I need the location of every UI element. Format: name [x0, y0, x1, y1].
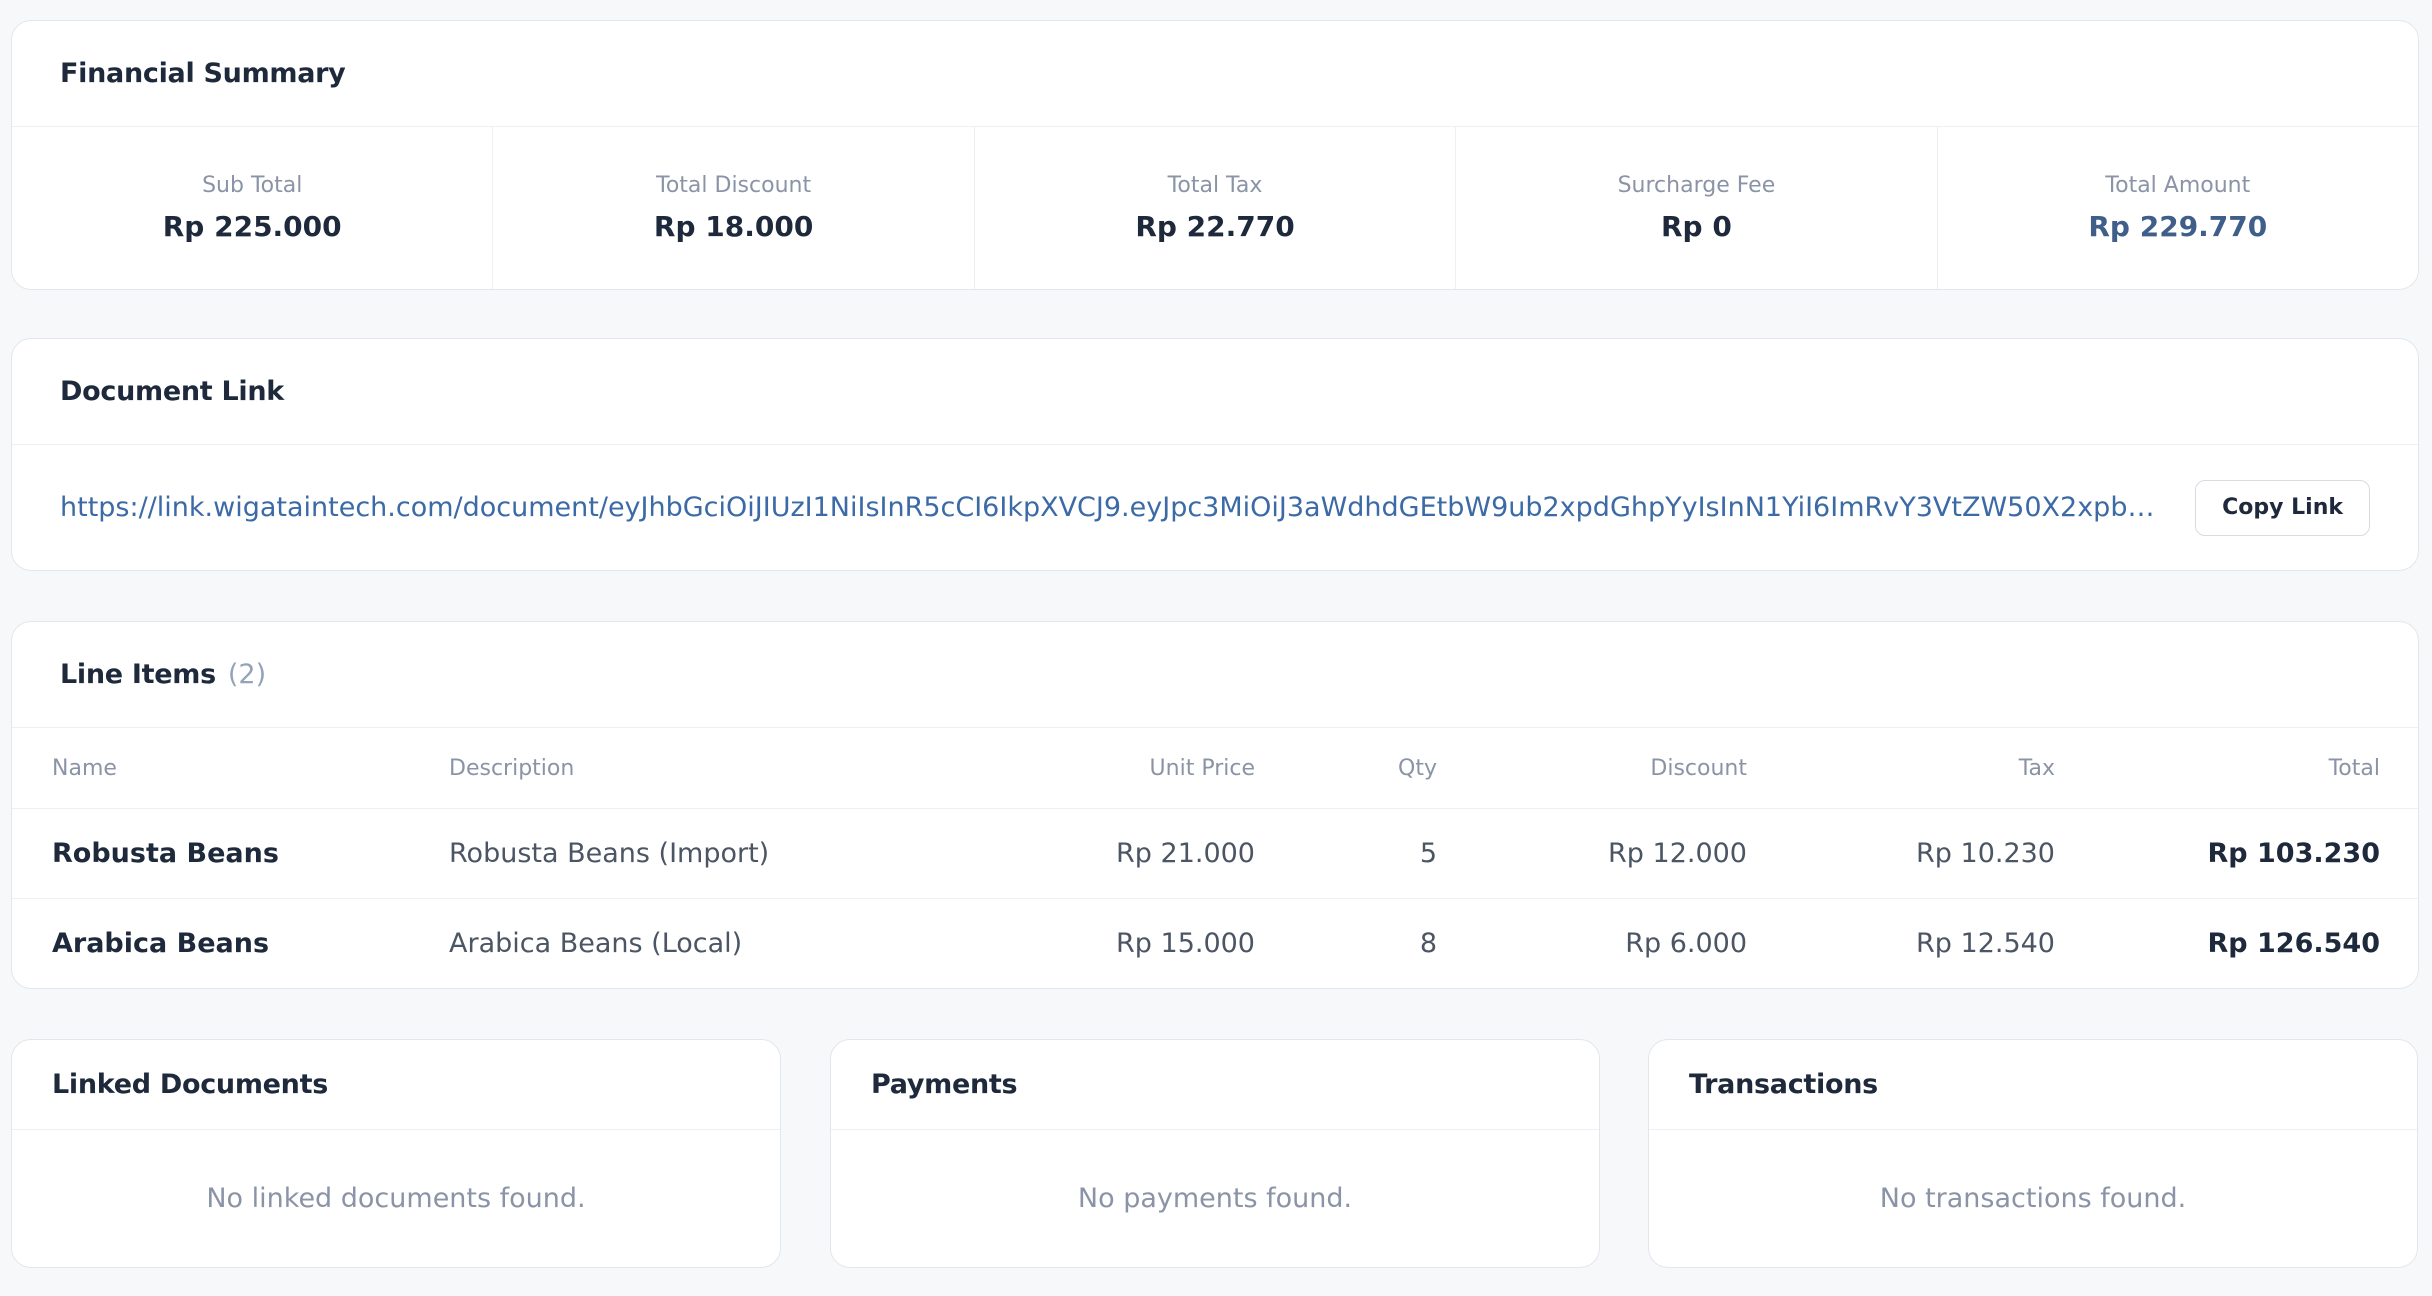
- document-url-link[interactable]: https://link.wigataintech.com/document/e…: [60, 492, 2167, 523]
- transactions-card: Transactions No transactions found.: [1648, 1039, 2418, 1268]
- financial-metrics: Sub Total Rp 225.000 Total Discount Rp 1…: [12, 127, 2418, 289]
- table-header-row: Name Description Unit Price Qty Discount…: [12, 728, 2418, 809]
- cell-total: Rp 126.540: [2207, 928, 2381, 959]
- financial-summary-card: Financial Summary Sub Total Rp 225.000 T…: [11, 20, 2419, 290]
- page: Financial Summary Sub Total Rp 225.000 T…: [0, 0, 2432, 1296]
- document-link-row: https://link.wigataintech.com/document/e…: [12, 445, 2418, 570]
- payments-card: Payments No payments found.: [830, 1039, 1600, 1268]
- linked-documents-card: Linked Documents No linked documents fou…: [11, 1039, 781, 1268]
- metric-label: Total Amount: [2105, 173, 2251, 198]
- metric-value: Rp 0: [1661, 210, 1732, 243]
- metric-label: Sub Total: [202, 173, 303, 198]
- metric-value: Rp 225.000: [162, 210, 342, 243]
- line-items-table: Name Description Unit Price Qty Discount…: [12, 728, 2418, 989]
- document-link-header: Document Link: [12, 339, 2418, 445]
- transactions-header: Transactions: [1649, 1040, 2417, 1130]
- cell-description: Robusta Beans (Import): [449, 808, 889, 899]
- payments-empty-state: No payments found.: [1077, 1183, 1353, 1214]
- table-row[interactable]: Arabica Beans Arabica Beans (Local) Rp 1…: [12, 899, 2418, 989]
- cell-tax: Rp 12.540: [1916, 928, 2055, 959]
- metric-total-discount: Total Discount Rp 18.000: [493, 127, 975, 289]
- line-items-title: Line Items: [60, 659, 216, 690]
- metric-value: Rp 18.000: [653, 210, 814, 243]
- transactions-title: Transactions: [1689, 1069, 1878, 1100]
- metric-value: Rp 22.770: [1135, 210, 1295, 243]
- cell-total: Rp 103.230: [2055, 808, 2418, 899]
- column-header-tax[interactable]: Tax: [1747, 728, 2055, 809]
- column-header-name[interactable]: Name: [12, 728, 449, 809]
- metric-label: Total Discount: [656, 173, 812, 198]
- line-items-count: (2): [227, 659, 267, 690]
- copy-link-button[interactable]: Copy Link: [2195, 479, 2370, 536]
- column-header-description[interactable]: Description: [449, 728, 889, 809]
- linked-documents-title: Linked Documents: [52, 1069, 328, 1100]
- payments-header: Payments: [831, 1040, 1599, 1130]
- cell-discount: Rp 6.000: [1625, 928, 1747, 959]
- cell-qty: 5: [1255, 808, 1437, 899]
- metric-total-amount: Total Amount Rp 229.770: [1938, 127, 2418, 289]
- payments-title: Payments: [871, 1069, 1018, 1100]
- cell-description: Arabica Beans (Local): [449, 928, 743, 959]
- cell-name: Arabica Beans: [52, 928, 270, 959]
- cell-unit-price: Rp 21.000: [889, 808, 1255, 899]
- column-header-unit-price[interactable]: Unit Price: [889, 728, 1255, 809]
- line-items-header: Line Items (2): [12, 622, 2418, 728]
- metric-sub-total: Sub Total Rp 225.000: [12, 127, 494, 289]
- column-header-total[interactable]: Total: [2055, 728, 2418, 809]
- transactions-empty-state: No transactions found.: [1879, 1183, 2187, 1214]
- column-header-qty[interactable]: Qty: [1255, 728, 1437, 809]
- cell-qty: 8: [1419, 928, 1437, 959]
- document-link-card: Document Link https://link.wigataintech.…: [11, 338, 2419, 571]
- financial-summary-title: Financial Summary: [60, 58, 346, 89]
- metric-total-tax: Total Tax Rp 22.770: [975, 127, 1457, 289]
- metric-label: Total Tax: [1167, 173, 1263, 198]
- cell-tax: Rp 10.230: [1747, 808, 2055, 899]
- column-header-discount[interactable]: Discount: [1437, 728, 1747, 809]
- cell-name: Robusta Beans: [12, 808, 449, 899]
- cell-unit-price: Rp 15.000: [1116, 928, 1255, 959]
- metric-value: Rp 229.770: [2088, 210, 2268, 243]
- linked-documents-header: Linked Documents: [12, 1040, 780, 1130]
- linked-documents-empty-state: No linked documents found.: [206, 1183, 586, 1214]
- metric-label: Surcharge Fee: [1617, 173, 1776, 198]
- financial-summary-header: Financial Summary: [12, 21, 2418, 127]
- metric-surcharge-fee: Surcharge Fee Rp 0: [1456, 127, 1938, 289]
- cell-discount: Rp 12.000: [1437, 808, 1747, 899]
- document-link-title: Document Link: [60, 376, 284, 407]
- line-items-card: Line Items (2) Name Description Unit Pri…: [11, 621, 2419, 989]
- table-row[interactable]: Robusta Beans Robusta Beans (Import) Rp …: [12, 808, 2418, 899]
